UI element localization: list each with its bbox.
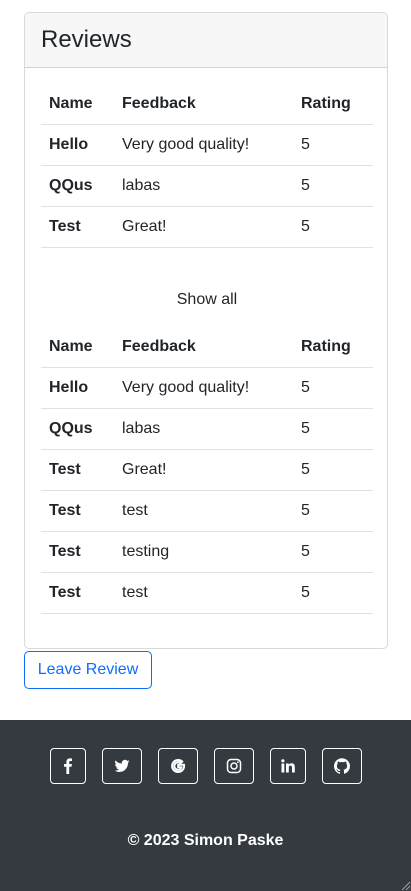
resize-grip-icon [401, 881, 411, 891]
table-row: Test test 5 [41, 491, 373, 532]
review-feedback: labas [122, 420, 161, 437]
table-header-row: Name Feedback Rating [41, 328, 373, 368]
review-feedback: test [122, 584, 148, 601]
review-rating: 5 [301, 502, 310, 519]
reviews-card: Reviews Name Feedback Rating Hello Very … [24, 12, 388, 649]
table-row: QQus labas 5 [41, 165, 373, 206]
review-feedback: Great! [122, 217, 167, 235]
column-header-rating: Rating [301, 338, 351, 356]
review-name: Test [49, 461, 81, 478]
review-name: Test [49, 543, 81, 560]
table-row: Test Great! 5 [41, 450, 373, 491]
leave-review-button[interactable]: Leave Review [24, 651, 152, 689]
copyright-text: © 2023 Simon Paske [127, 832, 284, 849]
table-row: Test test 5 [41, 573, 373, 614]
google-link[interactable] [157, 748, 198, 784]
table-row: Test testing 5 [41, 532, 373, 573]
review-name: Hello [49, 379, 89, 396]
reviews-card-header: Reviews [25, 13, 387, 68]
review-rating: 5 [301, 135, 310, 153]
review-rating: 5 [301, 217, 310, 235]
review-name: Hello [49, 135, 89, 153]
facebook-link[interactable] [49, 748, 86, 784]
review-feedback: testing [122, 543, 170, 560]
twitter-icon [114, 759, 129, 773]
instagram-icon [226, 758, 241, 774]
review-feedback: Very good quality! [122, 379, 250, 396]
table-row: Test Great! 5 [41, 206, 373, 247]
review-name: Test [49, 502, 81, 519]
github-icon [333, 758, 350, 774]
review-feedback: Very good quality! [122, 135, 250, 153]
google-icon [170, 759, 185, 773]
linkedin-icon [280, 759, 295, 773]
column-header-name: Name [49, 94, 93, 112]
reviews-preview-table: Name Feedback Rating Hello Very good qua… [41, 84, 373, 248]
review-name: Test [49, 584, 81, 601]
table-row: Hello Very good quality! 5 [41, 124, 373, 165]
github-link[interactable] [321, 748, 362, 784]
review-feedback: labas [122, 176, 161, 194]
table-row: QQus labas 5 [41, 409, 373, 450]
review-rating: 5 [301, 176, 310, 194]
reviews-all-table: Name Feedback Rating Hello Very good qua… [41, 328, 373, 615]
review-name: QQus [49, 420, 93, 437]
review-feedback: test [122, 502, 148, 519]
linkedin-link[interactable] [269, 748, 306, 784]
column-header-feedback: Feedback [122, 94, 196, 112]
review-rating: 5 [301, 584, 310, 601]
review-rating: 5 [301, 420, 310, 437]
review-rating: 5 [301, 461, 310, 478]
reviews-card-body: Name Feedback Rating Hello Very good qua… [25, 84, 387, 614]
review-rating: 5 [301, 543, 310, 560]
review-name: Test [49, 217, 81, 235]
review-name: QQus [49, 176, 93, 194]
site-footer: © 2023 Simon Paske [0, 720, 411, 891]
instagram-link[interactable] [213, 748, 254, 784]
reviews-title: Reviews [41, 26, 132, 53]
twitter-link[interactable] [101, 748, 142, 784]
review-feedback: Great! [122, 461, 167, 478]
social-links [0, 748, 411, 784]
column-header-rating: Rating [301, 94, 351, 112]
review-rating: 5 [301, 379, 310, 396]
facebook-icon [63, 758, 72, 774]
table-row: Hello Very good quality! 5 [41, 368, 373, 409]
table-header-row: Name Feedback Rating [41, 84, 373, 124]
show-all-button[interactable]: Show all [41, 274, 373, 326]
column-header-name: Name [49, 338, 93, 356]
column-header-feedback: Feedback [122, 338, 196, 356]
